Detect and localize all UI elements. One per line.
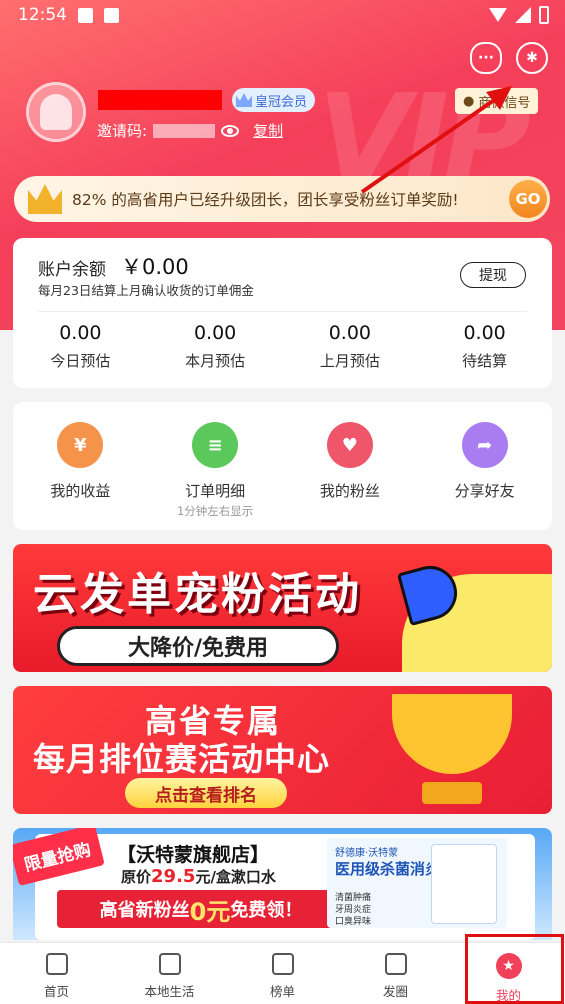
tab-local-life[interactable]: 本地生活 bbox=[113, 943, 226, 1004]
tab-label: 首页 bbox=[43, 984, 69, 999]
message-icon[interactable]: ··· bbox=[470, 42, 502, 74]
product-point: 口臭异味 bbox=[335, 917, 372, 927]
clipboard-icon: ≡ bbox=[192, 422, 239, 468]
product-image: 舒德康·沃特蒙 医用级杀菌消炎 清菌肿痛 牙周炎症 口臭异味 bbox=[327, 838, 507, 928]
fork-knife-icon bbox=[158, 953, 181, 975]
view-ranking-button[interactable]: 点击查看排名 bbox=[125, 778, 287, 808]
ranking-contest-banner[interactable]: 高省专属 每月排位赛活动中心 点击查看排名 bbox=[13, 686, 552, 814]
stat-label: 今日预估 bbox=[50, 352, 111, 370]
balance-label: 账户余额 bbox=[38, 260, 106, 280]
tab-rankings[interactable]: 榜单 bbox=[226, 943, 339, 1004]
menu-label: 我的收益 bbox=[50, 482, 111, 500]
free-prefix: 高省新粉丝 bbox=[99, 900, 190, 921]
stat-value: 0.00 bbox=[463, 322, 506, 344]
tab-moments[interactable]: 发圈 bbox=[339, 943, 452, 1004]
banner-pill: 大降价/免费用 bbox=[57, 626, 339, 666]
grid-icon bbox=[384, 953, 407, 975]
menu-label: 分享好友 bbox=[454, 482, 515, 500]
store-name: 【沃特蒙旗舰店】 bbox=[117, 844, 270, 866]
wechat-icon: ● bbox=[463, 93, 475, 109]
app-notification-icon bbox=[104, 8, 119, 23]
divider bbox=[38, 311, 527, 312]
podium-icon bbox=[271, 953, 294, 975]
balance-card: 账户余额 ￥0.00 每月23日结算上月确认收货的订单佣金 提现 0.00 今日… bbox=[13, 238, 552, 388]
tab-label: 本地生活 bbox=[144, 984, 195, 999]
cloud-posting-promo-banner[interactable]: 云发单宠粉活动 大降价/免费用 bbox=[13, 544, 552, 672]
wechat-id-button[interactable]: ● 商微信号 bbox=[455, 88, 539, 114]
crown-icon bbox=[236, 93, 252, 107]
home-icon bbox=[45, 953, 68, 975]
menu-label: 我的粉丝 bbox=[319, 482, 380, 500]
balance-amount: ￥0.00 bbox=[121, 255, 189, 279]
trophy-icon bbox=[392, 694, 512, 774]
earnings-stats: 0.00 今日预估 0.00 本月预估 0.00 上月预估 0.00 待结算 bbox=[13, 322, 552, 371]
stat-label: 本月预估 bbox=[185, 352, 246, 370]
invite-code-row: 邀请码: 复制 bbox=[97, 120, 283, 141]
status-bar: 12:54 bbox=[0, 0, 565, 32]
stat-last-month[interactable]: 0.00 上月预估 bbox=[283, 322, 418, 371]
product-box bbox=[431, 844, 497, 924]
stat-value: 0.00 bbox=[193, 322, 237, 344]
go-button[interactable]: GO bbox=[509, 180, 547, 218]
tab-home[interactable]: 首页 bbox=[0, 943, 113, 1004]
banner-subtitle: 每月排位赛活动中心 bbox=[33, 740, 331, 778]
invite-label: 邀请码: bbox=[97, 122, 148, 140]
menu-share-friends[interactable]: ➦ 分享好友 bbox=[417, 402, 552, 530]
menu-label: 订单明细 bbox=[185, 482, 246, 500]
username-redacted bbox=[98, 90, 222, 110]
settlement-note: 每月23日结算上月确认收货的订单佣金 bbox=[38, 283, 254, 298]
product-point: 牙周炎症 bbox=[335, 905, 372, 915]
gold-crown-icon bbox=[28, 184, 62, 214]
wechat-label: 商微信号 bbox=[478, 95, 531, 111]
team-leader-promo-banner[interactable]: 82% 的高省用户已经升级团长，团长享受粉丝订单奖励! GO bbox=[14, 176, 550, 222]
menu-my-earnings[interactable]: ¥ 我的收益 bbox=[13, 402, 148, 530]
copy-invite-code-link[interactable]: 复制 bbox=[253, 120, 283, 141]
avatar-placeholder-icon bbox=[40, 94, 72, 130]
signal-icon bbox=[515, 7, 531, 23]
stat-label: 上月预估 bbox=[319, 352, 380, 370]
stat-pending[interactable]: 0.00 待结算 bbox=[417, 322, 552, 371]
free-zero: 0元 bbox=[189, 897, 231, 926]
stat-value: 0.00 bbox=[328, 322, 372, 344]
price-suffix: 元/盒漱口水 bbox=[195, 868, 276, 886]
menu-sublabel: 1分钟左右显示 bbox=[176, 504, 254, 518]
promo-text: 82% 的高省用户已经升级团长，团长享受粉丝订单奖励! bbox=[72, 191, 459, 209]
free-claim-bar[interactable]: 高省新粉丝 0元 免费领！ bbox=[57, 890, 345, 928]
yen-icon: ¥ bbox=[57, 422, 104, 468]
vip-badge[interactable]: 皇冠会员 bbox=[232, 88, 316, 112]
status-time: 12:54 bbox=[18, 5, 67, 25]
product-points: 清菌肿痛 牙周炎症 口臭异味 bbox=[335, 892, 371, 928]
price-value: 29.5 bbox=[151, 866, 196, 887]
annotation-highlight-box bbox=[465, 934, 564, 1004]
banner-title: 云发单宠粉活动 bbox=[33, 569, 362, 620]
wifi-icon bbox=[489, 8, 507, 22]
price-prefix: 原价 bbox=[121, 868, 152, 886]
mouthwash-promo-banner[interactable]: 限量抢购 【沃特蒙旗舰店】 原价29.5元/盒漱口水 高省新粉丝 0元 免费领！ 舒… bbox=[13, 828, 552, 940]
tab-label: 发圈 bbox=[382, 984, 408, 999]
original-price: 原价29.5元/盒漱口水 bbox=[121, 866, 276, 887]
battery-icon bbox=[539, 6, 549, 24]
share-icon: ➦ bbox=[461, 422, 508, 468]
settings-gear-icon[interactable]: ✱ bbox=[516, 42, 548, 74]
product-brand: 舒德康·沃特蒙 bbox=[335, 848, 399, 859]
stat-label: 待结算 bbox=[462, 352, 508, 370]
product-title: 医用级杀菌消炎 bbox=[335, 860, 441, 878]
tab-label: 榜单 bbox=[269, 984, 295, 999]
menu-my-fans[interactable]: ♥ 我的粉丝 bbox=[283, 402, 418, 530]
eye-icon[interactable] bbox=[221, 124, 240, 137]
free-suffix: 免费领！ bbox=[230, 900, 303, 921]
trophy-base bbox=[422, 782, 482, 804]
stat-this-month[interactable]: 0.00 本月预估 bbox=[148, 322, 283, 371]
stat-today[interactable]: 0.00 今日预估 bbox=[13, 322, 148, 371]
user-heart-icon: ♥ bbox=[326, 422, 373, 468]
image-notification-icon bbox=[78, 8, 93, 23]
invite-code-redacted bbox=[153, 123, 216, 138]
product-point: 清菌肿痛 bbox=[335, 893, 372, 903]
withdraw-button[interactable]: 提现 bbox=[460, 262, 526, 288]
vip-badge-label: 皇冠会员 bbox=[255, 94, 308, 110]
menu-order-details[interactable]: ≡ 订单明细 1分钟左右显示 bbox=[148, 402, 283, 530]
avatar[interactable] bbox=[26, 82, 86, 142]
stat-value: 0.00 bbox=[59, 322, 102, 344]
quick-menu: ¥ 我的收益 ≡ 订单明细 1分钟左右显示 ♥ 我的粉丝 ➦ 分享好友 bbox=[13, 402, 552, 530]
